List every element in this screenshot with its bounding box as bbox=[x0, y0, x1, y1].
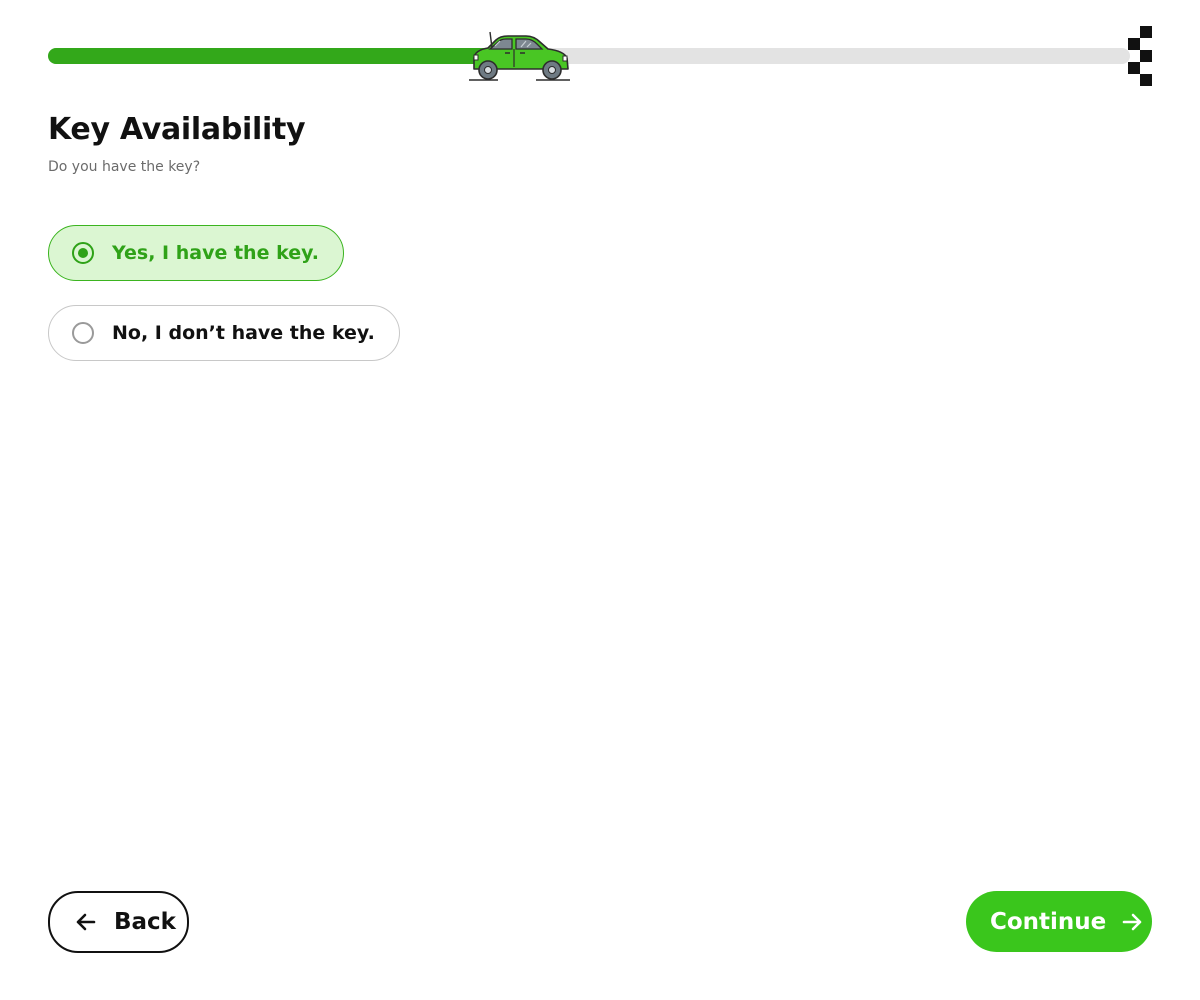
continue-button[interactable]: Continue bbox=[966, 891, 1152, 952]
radio-option-yes[interactable]: Yes, I have the key. bbox=[48, 225, 344, 281]
radio-option-label: Yes, I have the key. bbox=[112, 242, 319, 264]
radio-button-icon[interactable] bbox=[72, 322, 94, 344]
page-title: Key Availability bbox=[48, 112, 306, 147]
radio-option-label: No, I don’t have the key. bbox=[112, 322, 375, 344]
checkered-flag-icon bbox=[1128, 26, 1152, 86]
back-button[interactable]: Back bbox=[48, 891, 189, 953]
page-subtitle: Do you have the key? bbox=[48, 159, 201, 175]
progress-indicator bbox=[48, 26, 1152, 86]
back-button-label: Back bbox=[114, 909, 176, 935]
continue-button-label: Continue bbox=[990, 908, 1107, 935]
progress-track bbox=[48, 48, 1130, 64]
progress-fill bbox=[48, 48, 513, 64]
arrow-right-icon bbox=[1122, 913, 1142, 930]
arrow-left-icon bbox=[76, 913, 96, 931]
radio-button-icon[interactable] bbox=[72, 242, 94, 264]
radio-option-no[interactable]: No, I don’t have the key. bbox=[48, 305, 400, 361]
car-icon bbox=[469, 31, 570, 81]
